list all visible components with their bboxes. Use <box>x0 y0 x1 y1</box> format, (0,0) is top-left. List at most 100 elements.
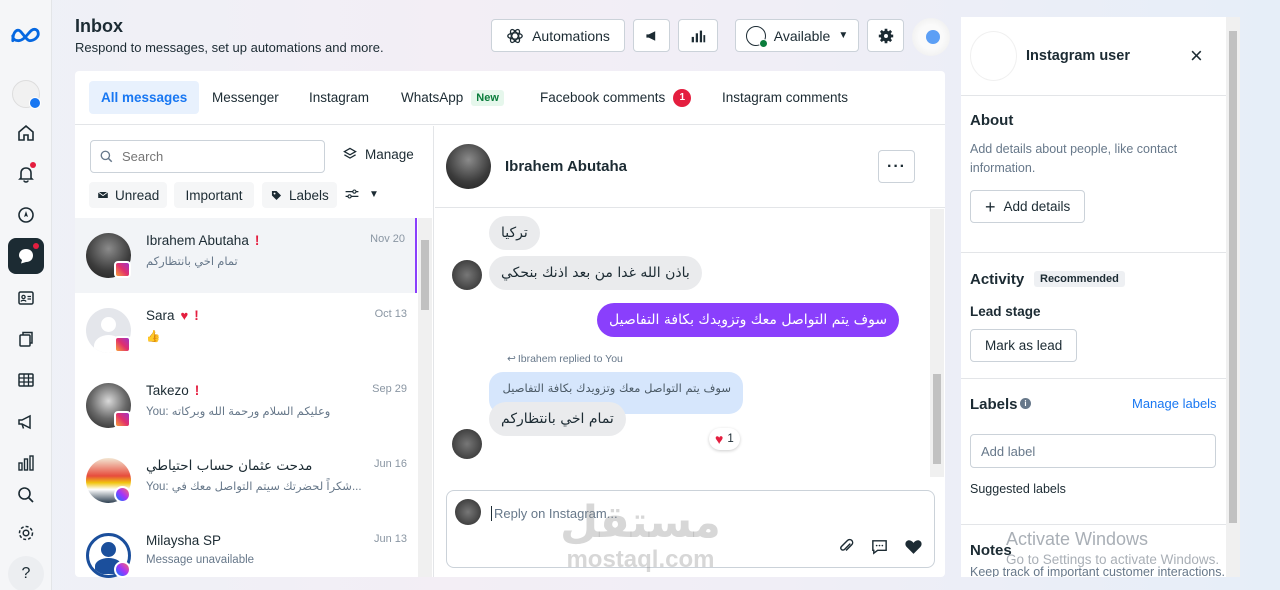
tab-instagram[interactable]: Instagram <box>297 81 381 114</box>
mostaql-watermark-url: mostaql.com <box>566 546 715 573</box>
page-avatar[interactable] <box>8 76 44 112</box>
tag-icon <box>271 190 282 200</box>
tab-messenger[interactable]: Messenger <box>200 81 291 114</box>
account-avatar[interactable] <box>912 18 950 56</box>
filter-important[interactable]: Important <box>174 182 254 208</box>
filter-labels[interactable]: Labels <box>262 182 337 208</box>
chat-scrollbar-thumb[interactable] <box>933 374 941 464</box>
mark-as-lead-button[interactable]: Mark as lead <box>970 329 1078 362</box>
chat-scrollbar[interactable] <box>930 209 944 477</box>
outgoing-message: سوف يتم التواصل معك وتزويدك بكافة التفاص… <box>597 303 900 337</box>
activity-title: Activity <box>970 271 1025 288</box>
info-icon[interactable]: i <box>1020 398 1031 409</box>
attachment-paperclip-icon[interactable] <box>837 537 856 556</box>
conversation-name: Takezo <box>146 383 189 398</box>
envelope-icon <box>97 191 109 198</box>
close-icon[interactable]: × <box>1190 43 1203 69</box>
conversation-date: Oct 13 <box>374 308 407 320</box>
list-scrollbar[interactable] <box>418 218 432 577</box>
settings-gear-icon[interactable] <box>8 515 44 551</box>
more-options-button[interactable]: ··· <box>878 150 915 183</box>
tab-whatsapp[interactable]: WhatsApp New <box>389 81 516 114</box>
tab-label: Messenger <box>212 90 279 105</box>
compass-icon[interactable] <box>8 197 44 233</box>
bar-chart-icon <box>691 30 706 42</box>
page-title: Inbox <box>75 16 123 36</box>
search-field[interactable] <box>90 140 325 173</box>
table-grid-icon[interactable] <box>8 362 44 398</box>
incoming-message: تمام اخي بانتظاركم <box>489 402 626 436</box>
gear-icon <box>878 28 893 43</box>
list-scrollbar-thumb[interactable] <box>421 240 429 310</box>
tab-label: Facebook comments <box>540 90 666 105</box>
filter-options-dropdown[interactable]: ▼ <box>343 186 379 202</box>
like-heart-icon[interactable] <box>903 536 924 557</box>
about-title: About <box>970 112 1014 129</box>
panel-scrollbar-thumb[interactable] <box>1229 31 1237 523</box>
tab-label: Instagram <box>309 90 370 105</box>
add-label-input[interactable]: Add label <box>970 434 1216 468</box>
messenger-icon <box>114 486 131 503</box>
incoming-message: تركيا <box>489 216 540 250</box>
inbox-chat-icon[interactable] <box>8 238 44 274</box>
availability-status-icon <box>745 25 768 48</box>
tab-label: Instagram comments <box>722 90 849 105</box>
instagram-icon <box>114 261 131 278</box>
reaction-pill[interactable]: ♥ 1 <box>709 428 740 450</box>
reply-note: ↩ Ibrahem replied to You <box>507 353 623 365</box>
contacts-card-icon[interactable] <box>8 280 44 316</box>
sender-avatar <box>452 429 482 459</box>
tab-facebook-comments[interactable]: Facebook comments 1 <box>528 81 703 114</box>
plus-icon: + <box>985 196 996 217</box>
search-input[interactable] <box>122 149 312 164</box>
important-flag-icon: ! <box>194 308 199 323</box>
filter-unread-label: Unread <box>115 187 160 203</box>
settings-button[interactable] <box>867 19 904 52</box>
profile-name: Instagram user <box>1026 48 1130 64</box>
insights-bar-chart-icon[interactable] <box>8 445 44 481</box>
platform-tabs: All messages Messenger Instagram WhatsAp… <box>75 71 945 125</box>
contact-avatar[interactable] <box>446 144 491 189</box>
help-icon[interactable]: ? <box>8 556 44 590</box>
conversation-item[interactable]: Milaysha SP Message unavailable Jun 13 <box>75 518 417 590</box>
heart-icon: ♥ <box>180 308 189 323</box>
meta-logo-icon[interactable] <box>8 17 44 53</box>
about-section: About Add details about people, like con… <box>961 96 1226 253</box>
manage-labels-link[interactable]: Manage labels <box>1132 396 1217 411</box>
tab-label: WhatsApp <box>401 90 464 105</box>
home-icon[interactable] <box>8 115 44 151</box>
labels-section: Labels i Manage labels Add label Suggest… <box>961 379 1226 525</box>
reaction-count: 1 <box>727 433 734 445</box>
sender-avatar <box>452 260 482 290</box>
layers-icon <box>343 147 357 159</box>
panel-scrollbar[interactable] <box>1226 17 1240 577</box>
conversation-item[interactable]: مدحت عثمان حساب احتياطي You: شكراً لحضرت… <box>75 443 417 518</box>
unread-count-badge: 1 <box>673 88 692 107</box>
availability-dropdown[interactable]: Available ▼ <box>735 19 859 52</box>
announcements-button[interactable] <box>633 19 670 52</box>
conversation-preview: 👍 <box>146 331 161 343</box>
content-pages-icon[interactable] <box>8 321 44 357</box>
profile-header: Instagram user × <box>961 17 1226 96</box>
notifications-bell-icon[interactable] <box>8 156 44 192</box>
mostaql-watermark: مستقل mostaql.com <box>560 500 721 574</box>
tab-all-messages[interactable]: All messages <box>89 81 200 114</box>
contact-name[interactable]: Ibrahem Abutaha <box>505 158 627 175</box>
tab-instagram-comments[interactable]: Instagram comments <box>710 81 860 114</box>
filter-unread[interactable]: Unread <box>89 182 168 208</box>
manage-button[interactable]: Manage <box>342 146 414 162</box>
sender-avatar <box>455 499 481 525</box>
add-details-button[interactable]: + Add details <box>970 190 1086 223</box>
megaphone-icon[interactable] <box>8 404 44 440</box>
search-icon[interactable] <box>8 477 44 513</box>
conversation-item[interactable]: Takezo! You: وعليكم السلام ورحمة الله وب… <box>75 368 417 443</box>
automations-button[interactable]: Automations <box>491 19 625 52</box>
conversation-item[interactable]: Sara ♥! 👍 Oct 13 <box>75 293 417 368</box>
conversation-date: Jun 16 <box>373 458 407 470</box>
insights-button[interactable] <box>678 19 718 52</box>
reply-arrow-icon: ↩ <box>507 353 516 365</box>
instagram-icon <box>114 411 131 428</box>
conversation-item[interactable]: Ibrahem Abutaha! تمام اخي بانتظاركم Nov … <box>75 218 417 293</box>
conversation-name: Ibrahem Abutaha <box>146 233 249 248</box>
saved-replies-icon[interactable] <box>870 537 889 556</box>
